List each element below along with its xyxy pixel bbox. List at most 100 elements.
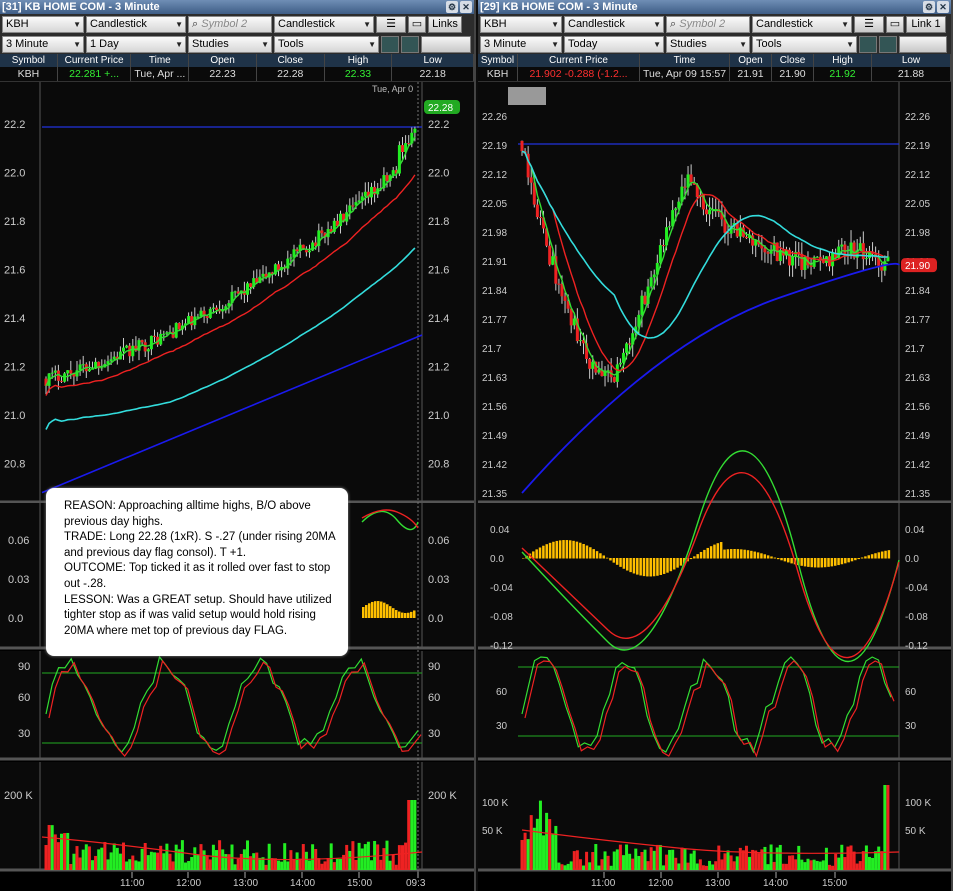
- right-volume-bar: [560, 864, 564, 870]
- left-quote-row[interactable]: KBH 22.281 +... Tue, Apr ... 22.23 22.28…: [0, 67, 474, 82]
- left-symbol2-field[interactable]: ⌕ Symbol 2: [188, 15, 272, 33]
- right-symbol-field[interactable]: KBH: [480, 15, 562, 33]
- left-price-tick-left: 21.4: [4, 313, 25, 325]
- close-icon[interactable]: ✕: [937, 1, 949, 13]
- right-osc-bar: [585, 545, 589, 559]
- right-osc-bar: [713, 544, 716, 559]
- left-time-tick: 09:3: [406, 878, 426, 888]
- right-volume-bar: [852, 851, 856, 870]
- close-icon[interactable]: ✕: [460, 1, 472, 13]
- right-price-tick: 22.26: [905, 112, 930, 123]
- left-volume-bar: [84, 844, 88, 870]
- left-volume-bar: [190, 856, 194, 870]
- right-stoch-tick: 60: [905, 687, 917, 698]
- right-volume-bar: [655, 844, 659, 870]
- right-view-icon[interactable]: ▭: [886, 15, 904, 33]
- right-osc-bar: [847, 558, 850, 563]
- left-stoch-tick: 60: [428, 692, 440, 704]
- left-links-button[interactable]: Links: [428, 15, 462, 33]
- right-osc-bar: [672, 558, 676, 570]
- right-osc-bar: [740, 549, 743, 559]
- left-symbol-field[interactable]: KBH: [2, 15, 84, 33]
- left-chart-type2-select[interactable]: Candlestick: [274, 15, 374, 33]
- left-interval-select[interactable]: 3 Minute: [2, 35, 84, 53]
- left-vol-tick: 200 K: [428, 790, 457, 802]
- right-quote-row[interactable]: KBH 21.902 -0.288 (-1.2... Tue, Apr 09 1…: [478, 67, 951, 82]
- right-osc-bar: [592, 549, 595, 559]
- right-price-tick: 21.42: [905, 460, 930, 471]
- right-osc-bar: [652, 558, 656, 577]
- left-zoom-icon[interactable]: [401, 35, 419, 53]
- right-osc-bar: [827, 558, 830, 567]
- search-icon: ⌕: [670, 17, 677, 30]
- right-vol-tick: 100 K: [905, 798, 931, 809]
- right-osc-bar: [820, 558, 824, 568]
- trade-note-box: REASON: Approaching alltime highs, B/O a…: [46, 488, 348, 656]
- left-range-select[interactable]: 1 Day: [86, 35, 186, 53]
- right-links-button[interactable]: Link 1: [906, 15, 946, 33]
- left-volume-bar: [125, 861, 129, 870]
- right-zoom-icon[interactable]: [879, 35, 897, 53]
- right-price-tick: 21.49: [905, 431, 930, 442]
- left-view-icon[interactable]: ▭: [408, 15, 426, 33]
- right-volume-bar: [609, 865, 613, 870]
- right-title-bar[interactable]: [29] KB HOME COM - 3 Minute ⚙ ✕: [478, 0, 951, 14]
- right-symbol2-field[interactable]: ⌕ Symbol 2: [666, 15, 750, 33]
- left-price-tick: 22.0: [428, 168, 449, 180]
- right-volume-bar: [840, 844, 844, 870]
- left-list-icon[interactable]: ☰: [376, 15, 406, 33]
- settings-icon[interactable]: ⚙: [446, 1, 458, 13]
- right-volume-bar: [791, 855, 795, 870]
- left-extra-select[interactable]: [421, 35, 471, 53]
- right-osc-bar: [579, 542, 582, 559]
- right-chart-area[interactable]: 22.26 22.26 22.19 22.19 22.12 22.12 22.05 22.05…: [478, 82, 951, 888]
- left-volume-bar: [168, 853, 172, 870]
- right-list-icon[interactable]: ☰: [854, 15, 884, 33]
- right-interval-select[interactable]: 3 Minute: [480, 35, 562, 53]
- left-tools-select[interactable]: Tools: [274, 35, 379, 53]
- right-tools-select[interactable]: Tools: [752, 35, 857, 53]
- right-volume-bar: [557, 862, 561, 870]
- left-volume-bar: [342, 854, 346, 870]
- right-volume-bar: [542, 835, 546, 870]
- right-volume-bar: [837, 857, 841, 870]
- right-volume-bar: [720, 859, 724, 870]
- right-volume-bar: [625, 844, 629, 870]
- left-chart-type-select[interactable]: Candlestick: [86, 15, 186, 33]
- left-osc-bar: [377, 601, 380, 618]
- right-osc-bar: [666, 558, 669, 573]
- left-candle: [87, 369, 91, 372]
- right-osc-bar: [632, 558, 636, 574]
- right-candle: [661, 245, 665, 247]
- left-candle: [370, 186, 373, 198]
- right-layout-icon[interactable]: [859, 35, 877, 53]
- right-osc-bar: [840, 558, 844, 565]
- left-layout-icon[interactable]: [381, 35, 399, 53]
- right-osc-bar: [733, 549, 736, 559]
- right-chart-type-select[interactable]: Candlestick: [564, 15, 664, 33]
- left-osc-tick-left: 0.0: [8, 613, 23, 625]
- left-chart-area[interactable]: 22.2 22.2 22.0 22.0 21.8 21.8 21.6 21.6 21.4 21.4…: [0, 82, 474, 888]
- right-chart-type2-select[interactable]: Candlestick: [752, 15, 852, 33]
- right-volume-bar: [818, 861, 822, 870]
- right-chart-window: [29] KB HOME COM - 3 Minute ⚙✕ KBH Candl…: [478, 0, 953, 891]
- left-time-tick: 13:00: [233, 878, 258, 888]
- left-volume-bar: [205, 855, 209, 870]
- right-extra-select[interactable]: [899, 35, 947, 53]
- left-price-marker: 22.28: [428, 103, 453, 114]
- right-price-tick-left: 21.63: [482, 373, 507, 384]
- left-volume-bar: [252, 853, 256, 870]
- right-quote-header: Symbol Current Price Time Open Close Hig…: [478, 54, 951, 67]
- left-volume-bar: [388, 860, 392, 870]
- right-osc-bar: [736, 549, 740, 559]
- right-volume-bar: [778, 844, 782, 870]
- right-osc-bar: [860, 557, 864, 559]
- right-volume-bar: [871, 857, 875, 870]
- right-range-select[interactable]: Today: [564, 35, 664, 53]
- left-studies-select[interactable]: Studies: [188, 35, 272, 53]
- left-title-bar[interactable]: [31] KB HOME COM - 3 Minute ⚙ ✕: [0, 0, 474, 14]
- left-volume-bar: [255, 852, 259, 870]
- right-osc-bar: [766, 555, 770, 559]
- right-studies-select[interactable]: Studies: [666, 35, 750, 53]
- settings-icon[interactable]: ⚙: [923, 1, 935, 13]
